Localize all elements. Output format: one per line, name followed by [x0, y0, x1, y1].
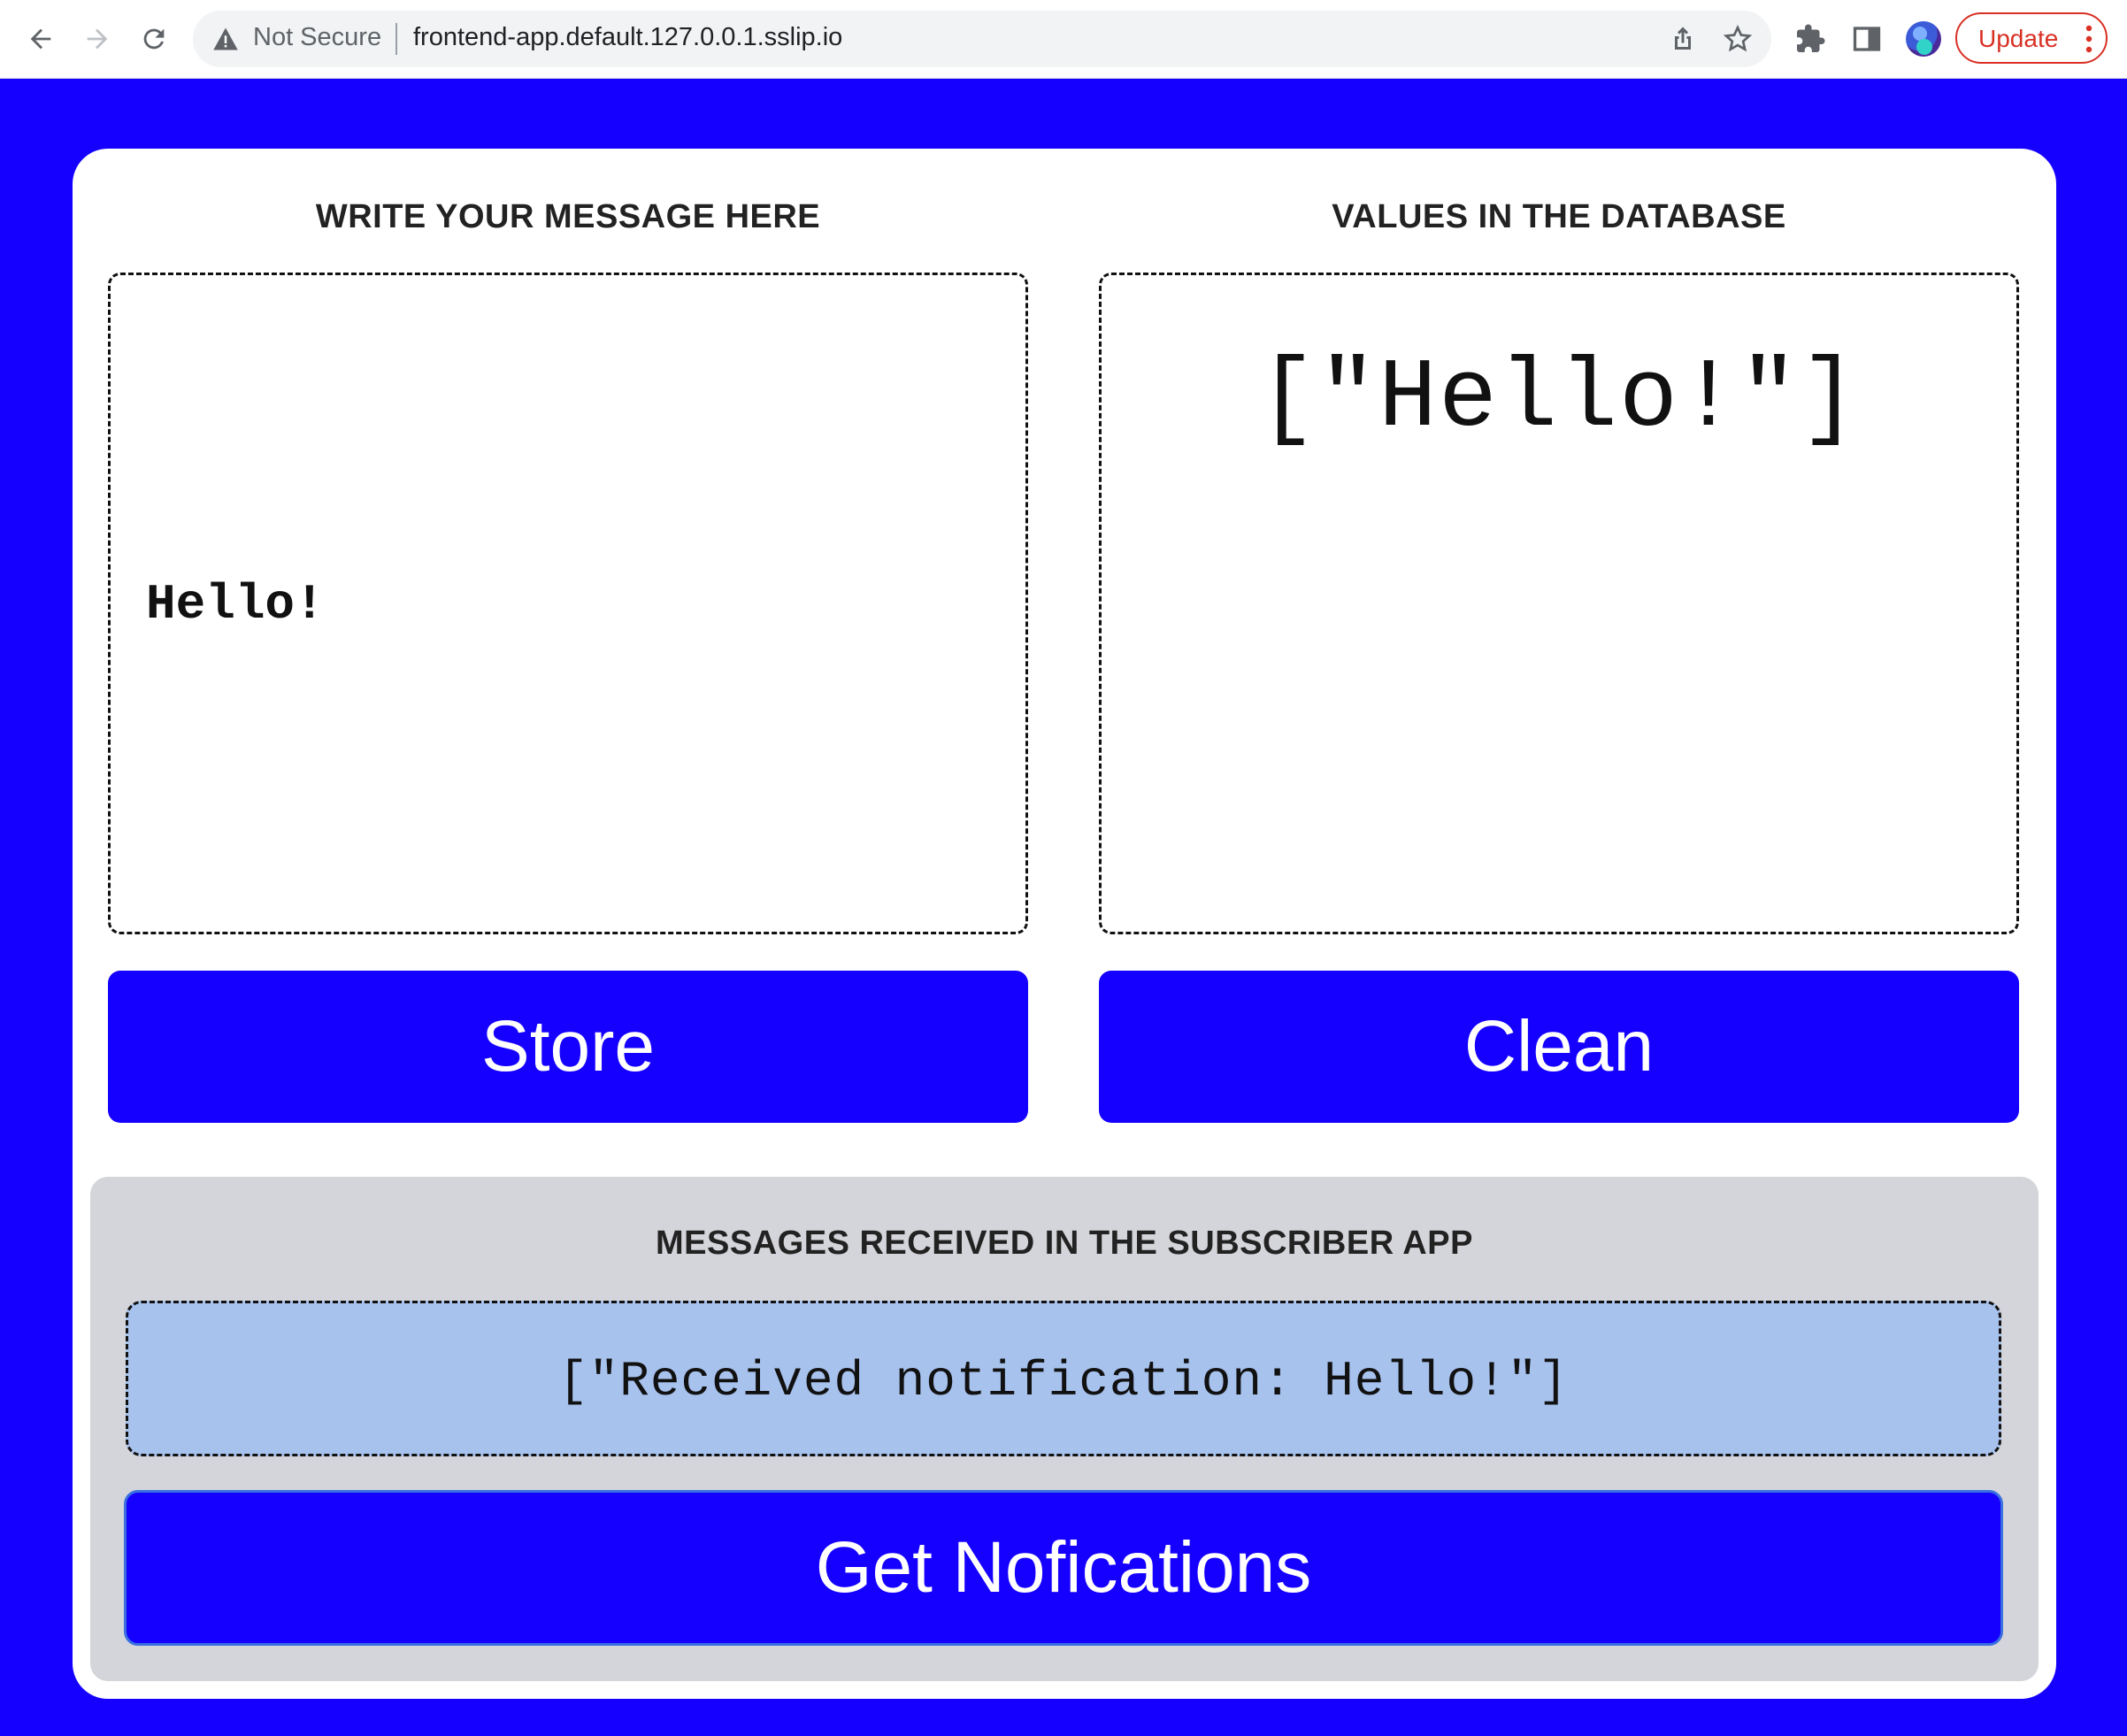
reload-button[interactable] — [133, 18, 175, 60]
arrow-right-icon — [87, 28, 108, 50]
database-values-box: ["Hello!"] — [1099, 273, 2019, 934]
omnibox-divider — [395, 23, 397, 55]
update-button[interactable]: Update — [1955, 12, 2108, 64]
star-icon[interactable] — [1722, 23, 1754, 55]
vertical-dots-icon — [2085, 25, 2092, 53]
url-text[interactable]: frontend-app.default.127.0.0.1.sslip.io — [413, 23, 842, 52]
address-bar[interactable]: Not Secure frontend-app.default.127.0.0.… — [193, 11, 1771, 67]
get-notifications-button[interactable]: Get Nofications — [124, 1490, 2003, 1646]
share-icon[interactable] — [1667, 23, 1699, 55]
store-button[interactable]: Store — [108, 971, 1028, 1123]
subscriber-panel: MESSAGES RECEIVED IN THE SUBSCRIBER APP … — [90, 1177, 2039, 1681]
side-panel-icon[interactable] — [1851, 23, 1883, 55]
warning-triangle-icon — [213, 27, 238, 50]
app-card: WRITE YOUR MESSAGE HERE Hello! Store VAL… — [73, 149, 2056, 1699]
arrow-left-icon — [30, 28, 51, 50]
clean-button[interactable]: Clean — [1099, 971, 2019, 1123]
forward-button[interactable] — [76, 18, 119, 60]
update-label: Update — [1978, 25, 2059, 52]
notifications-box: ["Received notification: Hello!"] — [126, 1301, 2001, 1456]
message-input-box: Hello! — [108, 273, 1028, 934]
reload-icon — [143, 28, 165, 50]
notifications-text: ["Received notification: Hello!"] — [558, 1353, 1569, 1410]
message-input[interactable]: Hello! — [111, 275, 1025, 932]
database-values-title: VALUES IN THE DATABASE — [1332, 198, 1786, 235]
database-values-text: ["Hello!"] — [1257, 344, 1861, 455]
subscriber-title: MESSAGES RECEIVED IN THE SUBSCRIBER APP — [656, 1225, 1473, 1262]
profile-avatar-badge — [1916, 39, 1932, 55]
puzzle-piece-icon[interactable] — [1794, 23, 1826, 55]
browser-toolbar: Not Secure frontend-app.default.127.0.0.… — [0, 0, 2127, 79]
back-button[interactable] — [19, 18, 62, 60]
write-message-title: WRITE YOUR MESSAGE HERE — [315, 198, 821, 235]
security-label[interactable]: Not Secure — [253, 23, 381, 52]
